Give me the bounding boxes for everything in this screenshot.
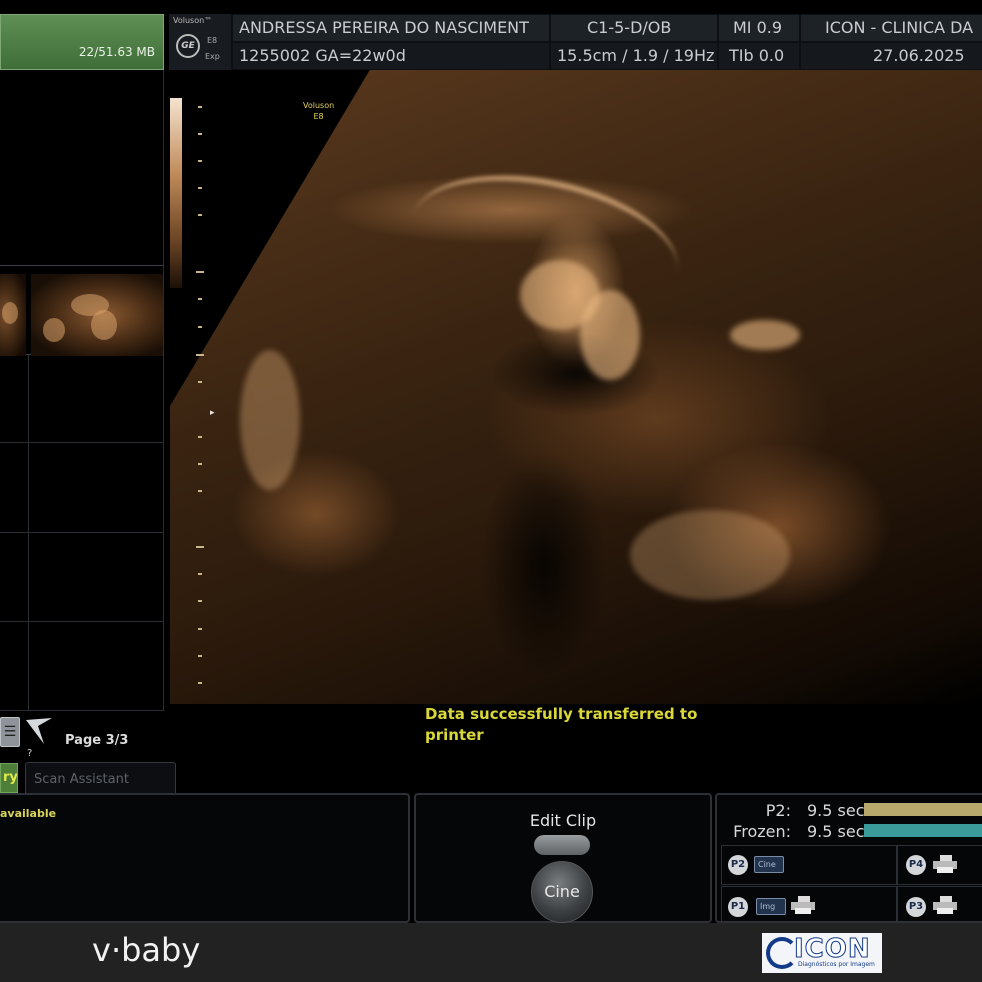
icon-logo-tagline: Diagnósticos por Imagem <box>798 961 875 968</box>
edit-clip-button[interactable] <box>534 835 590 855</box>
page-indicator: Page 3/3 <box>65 733 129 748</box>
availability-text: available <box>0 807 57 820</box>
edit-clip-label: Edit Clip <box>529 811 597 830</box>
system-brand: Voluson™ <box>173 16 213 25</box>
grid-divider <box>28 355 29 710</box>
tab-scan-assistant[interactable]: Scan Assistant <box>25 762 176 793</box>
institution-name: ICON - CLINICA DA <box>801 15 982 41</box>
thumbnail-image[interactable] <box>31 274 163 356</box>
clip-length-bar <box>864 803 982 816</box>
clip-time: 9.5 sec <box>807 822 865 841</box>
status-message: Data successfully transferred to printer <box>425 705 698 744</box>
ultrasound-image[interactable]: Voluson E8 ▸ <box>170 70 982 704</box>
printer-icon <box>933 855 957 873</box>
help-icon[interactable]: ? <box>27 748 32 759</box>
storage-usage-bar: 22/51.63 MB <box>0 14 164 70</box>
print-panel: P2: 9.5 sec Frozen: 9.5 sec P2 Cine P4 P… <box>715 793 982 924</box>
info-panel: available <box>0 793 410 923</box>
image-overlay-brand: Voluson E8 <box>303 100 334 122</box>
thermal-index: TIb 0.0 <box>719 43 799 69</box>
p4-button[interactable]: P4 <box>906 855 926 875</box>
cine-knob[interactable]: Cine <box>531 861 593 923</box>
grid-divider <box>163 70 164 710</box>
grid-divider <box>0 621 164 622</box>
clip-length-bar <box>864 824 982 837</box>
exam-date: 27.06.2025 <box>801 43 982 69</box>
page-back-icon[interactable] <box>24 716 54 746</box>
patient-header: Voluson™ GE E8 Exp ANDRESSA PEREIRA DO N… <box>169 14 982 70</box>
mechanical-index: MI 0.9 <box>719 15 799 41</box>
depth-frequency: 15.5cm / 1.9 / 19Hz <box>551 43 717 69</box>
clip-label: Frozen: <box>733 822 791 841</box>
thumbnail-image[interactable] <box>0 274 26 356</box>
img-chip: Img <box>756 898 786 915</box>
icon-clinic-logo: ICON Diagnósticos por Imagem <box>762 933 882 973</box>
overlay-brand-text: Voluson <box>303 101 335 110</box>
p2-slot[interactable]: P2 Cine <box>721 845 897 885</box>
cine-chip: Cine <box>754 856 784 873</box>
clip-label: P2: <box>765 801 791 820</box>
patient-id-ga: 1255002 GA=22w0d <box>233 43 549 69</box>
probe-preset: C1-5-D/OB <box>551 15 717 41</box>
grid-divider <box>0 710 164 711</box>
clipboard-panel <box>0 70 164 711</box>
printer-icon <box>933 896 957 914</box>
p1-button[interactable]: P1 <box>728 897 748 917</box>
vbaby-logo: v·baby <box>92 931 201 969</box>
clip-time: 9.5 sec <box>807 801 865 820</box>
storage-usage-text: 22/51.63 MB <box>78 45 155 59</box>
p2-button[interactable]: P2 <box>728 855 748 875</box>
ultrasound-sector <box>170 70 982 704</box>
clip-row: Frozen: 9.5 sec <box>717 822 982 841</box>
printer-icon <box>791 896 815 914</box>
tab-library[interactable]: ry <box>0 763 18 793</box>
gray-map-bar <box>170 98 182 288</box>
grid-divider <box>0 442 164 443</box>
patient-name: ANDRESSA PEREIRA DO NASCIMENT <box>233 15 549 41</box>
clip-row: P2: 9.5 sec <box>717 801 982 820</box>
focus-marker-icon: ▸ <box>210 408 215 418</box>
thumbnail-strip <box>0 265 164 356</box>
list-view-button[interactable]: ☰ <box>0 717 20 747</box>
p3-slot[interactable]: P3 <box>897 886 982 924</box>
p1-slot[interactable]: P1 Img <box>721 886 897 924</box>
system-mode: Exp <box>205 52 220 61</box>
cine-panel: Edit Clip Cine <box>414 793 712 923</box>
ge-logo-icon: GE <box>176 34 200 58</box>
grid-divider <box>0 532 164 533</box>
system-logo: Voluson™ GE E8 Exp <box>169 14 231 70</box>
icon-logo-text: ICON <box>794 934 871 965</box>
overlay-model-text: E8 <box>313 112 324 121</box>
system-model: E8 <box>207 36 218 45</box>
p3-button[interactable]: P3 <box>906 897 926 917</box>
p4-slot[interactable]: P4 <box>897 845 982 885</box>
footer-bar: v·baby ICON Diagnósticos por Imagem <box>0 923 982 982</box>
